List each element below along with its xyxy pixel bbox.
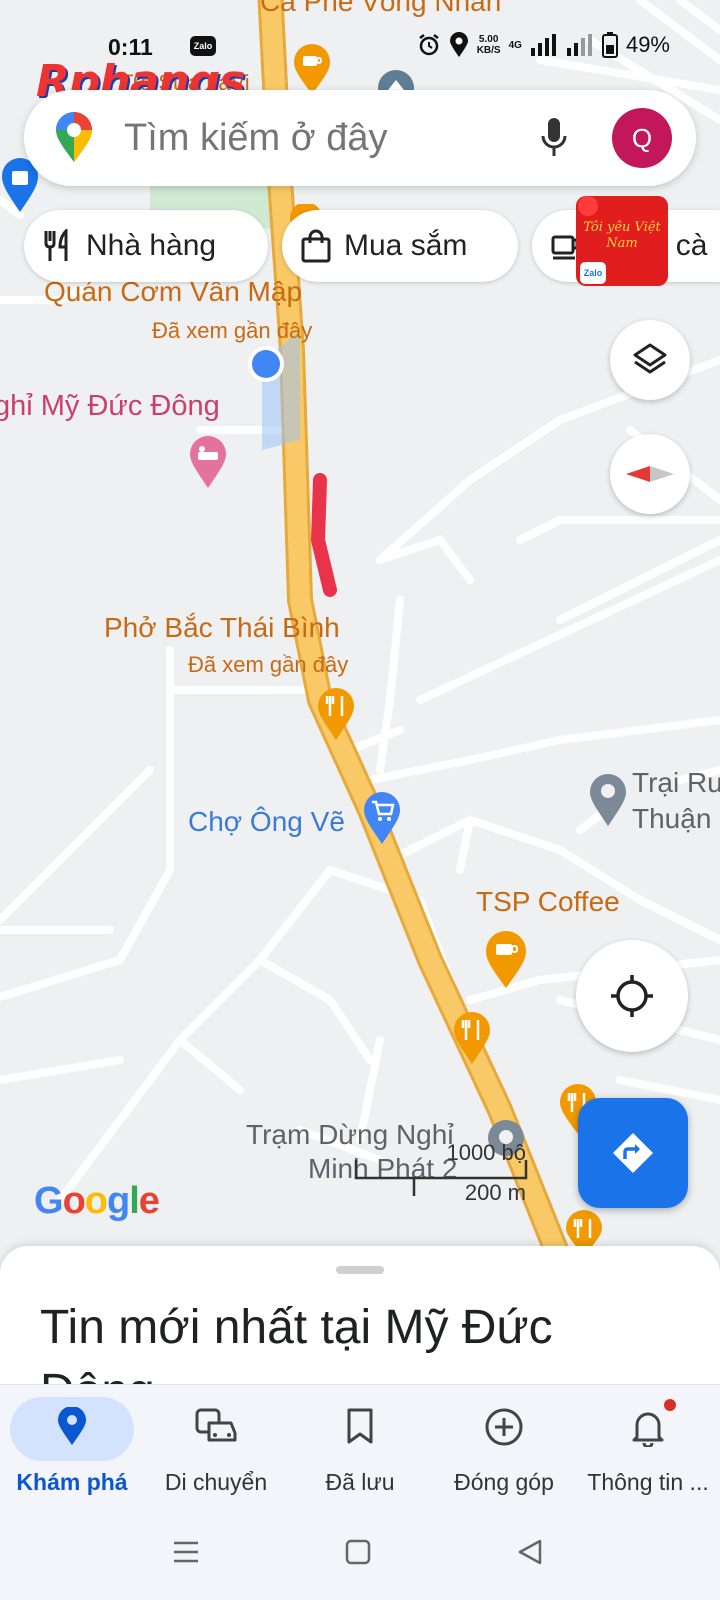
battery-icon [601, 32, 618, 58]
network-speed: 5.00 KB/S [477, 34, 501, 56]
explore-pin-icon [58, 1407, 86, 1445]
shopping-bag-icon [301, 229, 331, 263]
nav-explore[interactable]: Khám phá [0, 1385, 144, 1505]
network-speed-value: 5.00 [478, 34, 499, 45]
my-location-icon [611, 975, 653, 1017]
network-type: 4G [508, 39, 522, 51]
map-scale: 1000 bộ 200 m [354, 1140, 534, 1205]
location-icon [449, 32, 468, 57]
search-input[interactable] [124, 114, 504, 162]
bottom-navigation: Khám phá Di chuyển Đã lưu Đóng góp Thông… [0, 1384, 720, 1504]
lodging-pin-icon[interactable] [188, 434, 228, 490]
chip-shopping-label: Mua sắm [344, 229, 468, 262]
google-logo: Google [34, 1180, 160, 1222]
sheet-title: Tin mới nhất tại Mỹ Đức Đông [40, 1301, 553, 1386]
layers-icon [633, 343, 667, 374]
home-icon[interactable] [344, 1538, 372, 1566]
nav-saved[interactable]: Đã lưu [288, 1385, 432, 1505]
restaurant-icon [44, 229, 68, 261]
flag-sticker-zalo: Zalo [580, 262, 606, 284]
nav-explore-label: Khám phá [16, 1469, 128, 1495]
alarm-icon [418, 34, 439, 56]
map-label-cafe-top[interactable]: Cà Phê Võng Nhàn [260, 0, 501, 18]
nav-commute[interactable]: Di chuyển [144, 1385, 288, 1505]
microphone-icon[interactable] [540, 116, 568, 160]
system-navigation-bar [0, 1504, 720, 1600]
sheet-drag-handle[interactable] [336, 1266, 384, 1274]
nav-contribute[interactable]: Đóng góp [432, 1385, 576, 1505]
map-label-pho[interactable]: Phở Bắc Thái Bình [104, 612, 340, 644]
market-pin-icon[interactable] [362, 790, 402, 846]
my-location-button[interactable] [576, 940, 688, 1052]
map-label-trai-2[interactable]: Thuận [632, 802, 711, 836]
map-label-tsp-coffee[interactable]: TSP Coffee [476, 886, 620, 918]
chip-restaurants-label: Nhà hàng [86, 229, 217, 262]
nav-commute-label: Di chuyển [164, 1469, 268, 1495]
chip-restaurants[interactable]: Nhà hàng [24, 210, 268, 282]
network-speed-unit: KB/S [476, 45, 501, 56]
bell-icon [632, 1412, 664, 1447]
status-bar: 0:11 Zalo 5.00 KB/S 4G 49% [0, 30, 720, 66]
bottom-sheet[interactable]: Tin mới nhất tại Mỹ Đức Đông [0, 1246, 720, 1386]
chip-shopping[interactable]: Mua sắm [282, 210, 518, 282]
current-location-dot-icon[interactable] [246, 344, 286, 384]
flag-sticker-dot [578, 196, 598, 216]
nav-updates[interactable]: Thông tin ... [576, 1385, 720, 1505]
nav-contribute-label: Đóng góp [454, 1469, 554, 1495]
notification-dot [664, 1399, 676, 1411]
status-icons: 5.00 KB/S 4G 49% [417, 32, 670, 58]
nav-updates-label: Thông tin ... [587, 1469, 709, 1495]
layers-button[interactable] [610, 320, 690, 400]
battery-percent: 49% [625, 32, 670, 57]
recent-apps-icon[interactable] [172, 1538, 200, 1566]
map-label-trai-1[interactable]: Trại Ru [632, 766, 720, 800]
search-bar[interactable]: Q [24, 90, 696, 186]
compass-button[interactable] [610, 434, 690, 514]
signal-strength-2-icon [566, 34, 592, 56]
map-label-pho-sub: Đã xem gần đây [188, 652, 349, 677]
place-gray-pin-icon[interactable] [588, 772, 628, 828]
commute-icon [195, 1408, 237, 1442]
zalo-notification-icon: Zalo [190, 36, 216, 56]
account-avatar[interactable]: Q [612, 108, 672, 168]
map-label-nha-nghi[interactable]: ghỉ Mỹ Đức Đông [0, 390, 220, 423]
coffee-pin-icon[interactable] [484, 930, 528, 990]
directions-button[interactable] [578, 1098, 688, 1208]
add-circle-icon [485, 1408, 523, 1446]
restaurant-pin-2-icon[interactable] [452, 1010, 492, 1066]
signal-strength-icon [530, 34, 556, 56]
directions-icon [613, 1133, 653, 1173]
compass-icon [626, 466, 674, 482]
back-icon[interactable] [516, 1538, 544, 1566]
scale-metric: 200 m [464, 1180, 526, 1205]
nav-saved-label: Đã lưu [325, 1469, 395, 1495]
map-label-quan-com-sub: Đã xem gần đây [152, 318, 313, 343]
map-label-cho[interactable]: Chợ Ông Vẽ [188, 806, 345, 838]
restaurant-pin-icon[interactable] [316, 686, 356, 742]
map-canvas[interactable]: Cà Phê Võng Nhàn Trà Sữa LaVi Quán Cơm V… [0, 0, 720, 1260]
google-maps-pin-icon [56, 112, 92, 162]
status-time: 0:11 [108, 34, 153, 60]
bookmark-icon [347, 1408, 373, 1444]
